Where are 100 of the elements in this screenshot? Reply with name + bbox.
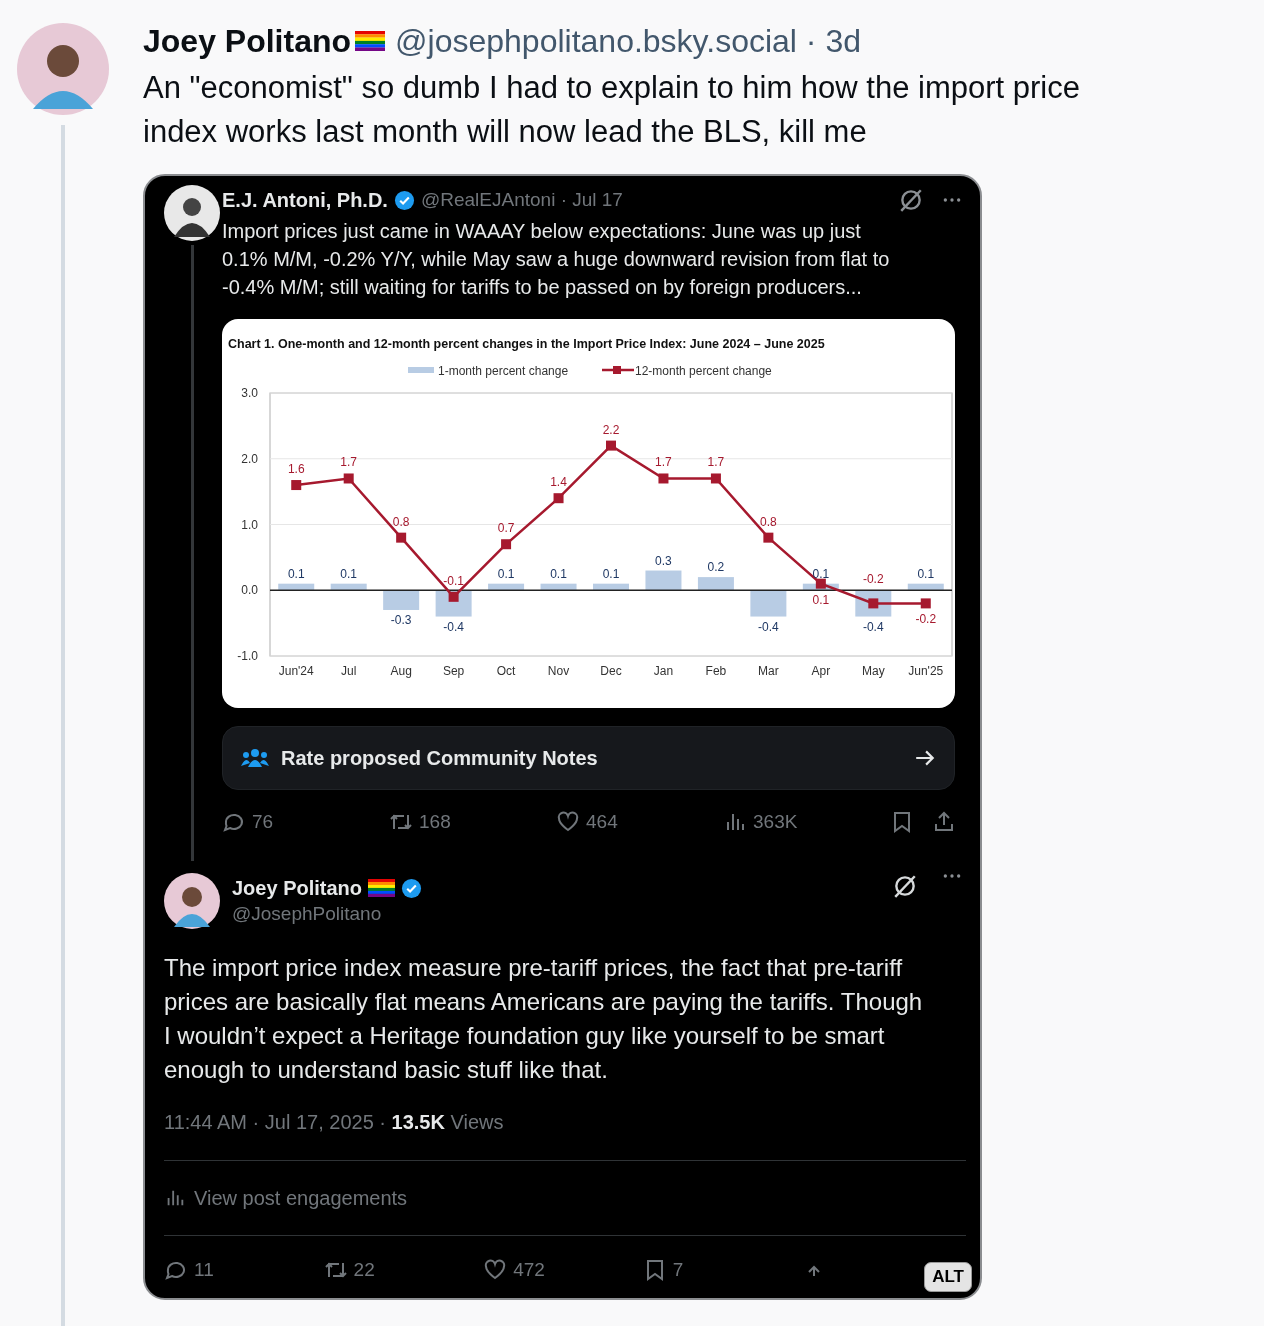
engagements-link[interactable]: View post engagements	[164, 1161, 962, 1235]
action-count: 363K	[753, 811, 798, 833]
axis-tick-label: Aug	[390, 664, 412, 678]
data-label: 0.2	[707, 560, 725, 575]
data-label: -0.1	[443, 573, 464, 588]
author-name[interactable]: Joey Politano	[143, 22, 352, 60]
chart-point	[868, 598, 879, 609]
chart-bar	[697, 577, 734, 591]
rainbow-flag-icon	[355, 31, 386, 51]
author-name: E.J. Antoni, Ph.D.	[222, 188, 388, 212]
chart-bar	[278, 583, 315, 591]
tweet-text: The import price index measure pre-tariff prices, the fact that pre-tariff prices are basically flat means Americans are paying the tariffs. Though I wouldn’t expect a Heritage foundation guy like yourself to be smart enough to understand basic stuff like that.	[164, 953, 924, 1085]
axis-tick-label: Sep	[442, 664, 465, 678]
action-count: 76	[252, 811, 274, 833]
post-text: An "economist" so dumb I had to explain to him how the import price index works last month will now lead the BLS, kill me	[143, 69, 1081, 151]
data-label: 1.7	[340, 455, 358, 470]
axis-tick-label: Oct	[496, 664, 516, 678]
legend-label: 12-month percent change	[635, 364, 772, 378]
axis-tick-label: Feb	[705, 664, 727, 678]
axis-tick-label: -1.0	[237, 649, 258, 663]
chart-point	[920, 598, 931, 609]
axis-tick-label: May	[861, 664, 885, 678]
axis-tick-label: Jun'25	[908, 664, 944, 678]
rainbow-flag-icon	[368, 879, 396, 897]
alt-badge[interactable]: ALT	[924, 1262, 972, 1292]
chart-bar	[750, 590, 787, 617]
engagements-label[interactable]: View post engagements	[194, 1186, 408, 1210]
share-icon[interactable]	[932, 810, 956, 834]
avatar[interactable]	[16, 23, 109, 115]
data-label: 0.8	[760, 514, 777, 529]
embedded-screenshot[interactable]	[143, 174, 982, 1300]
data-label: 0.7	[497, 521, 515, 536]
axis-tick-label: 1.0	[241, 517, 258, 532]
chart-point	[606, 440, 616, 451]
author-name: Joey Politano	[232, 876, 363, 900]
axis-tick-label: Mar	[758, 664, 779, 678]
data-label: 2.2	[602, 422, 620, 437]
avatar	[164, 873, 220, 929]
post-meta[interactable]: @josephpolitano.bsky.social · 3d	[395, 22, 861, 60]
axis-tick-label: Apr	[811, 664, 831, 678]
more-icon	[942, 197, 962, 203]
data-label: 0.3	[655, 553, 672, 568]
user-handle: @JosephPolitano	[232, 903, 383, 925]
chart-point	[815, 578, 826, 589]
tweet-text: Import prices just came in WAAAY below expectations: June was up just 0.1% M/M, -0.2% Y/Y, while May saw a huge downward revision from flat to -0.4% M/M; still waiting for tariffs to be passed on by foreign producers...	[222, 219, 891, 300]
chart-point	[710, 473, 721, 484]
heart-icon[interactable]	[556, 810, 580, 834]
data-label: -0.2	[862, 572, 884, 587]
data-label: -0.4	[758, 619, 779, 634]
data-label: 0.1	[550, 566, 567, 581]
action-count: 472	[513, 1259, 545, 1281]
action-count: 464	[586, 811, 618, 833]
people-icon	[241, 747, 269, 769]
action-count: 22	[353, 1259, 375, 1281]
legend-swatch	[408, 367, 434, 373]
chart-bar	[907, 583, 944, 591]
timestamp: 11:44 AM · Jul 17, 2025 · 13.5K Views	[164, 1111, 505, 1134]
action-count: 168	[419, 811, 451, 833]
chart-point	[553, 493, 564, 504]
chart-bar	[383, 590, 420, 610]
chart-bar	[488, 583, 525, 591]
axis-tick-label: Jul	[341, 664, 357, 678]
heart-icon[interactable]	[483, 1258, 508, 1282]
chart-point	[763, 532, 774, 543]
chart-point	[343, 473, 354, 484]
community-notes-button[interactable]: Rate proposed Community Notes	[222, 726, 955, 790]
legend-label: 1-month percent change	[438, 364, 569, 378]
data-label: 0.1	[812, 566, 830, 581]
data-label: 0.1	[812, 592, 830, 607]
data-label: 0.1	[287, 566, 305, 581]
data-label: -0.4	[443, 619, 464, 634]
chart-point	[396, 532, 407, 543]
data-label: 0.1	[602, 566, 620, 581]
chart-bar	[645, 570, 682, 591]
data-label: -0.3	[390, 612, 412, 627]
chart-bar	[593, 583, 629, 591]
axis-tick-label: Jun'24	[278, 664, 314, 678]
verified-icon	[401, 877, 423, 899]
data-label: 0.8	[392, 514, 410, 529]
avatar	[164, 185, 220, 241]
slashed-circle-icon	[898, 187, 924, 213]
chart-point	[658, 473, 669, 484]
chart-point	[448, 591, 459, 602]
action-count: 11	[194, 1259, 214, 1281]
chart-point	[501, 539, 512, 550]
action-count: 7	[672, 1259, 684, 1281]
verified-icon	[393, 189, 415, 211]
more-icon	[942, 873, 962, 879]
data-label: 0.1	[917, 566, 935, 581]
axis-tick-label: Nov	[547, 664, 570, 678]
data-label: 0.1	[340, 566, 358, 581]
data-label: -0.2	[915, 612, 937, 627]
data-label: -0.4	[862, 619, 884, 634]
post-meta: @RealEJAntoni · Jul 17	[420, 189, 623, 211]
axis-tick-label: Dec	[600, 664, 622, 678]
axis-tick-label: 3.0	[241, 386, 258, 400]
slashed-circle-icon	[892, 873, 918, 899]
data-label: 1.7	[707, 455, 725, 470]
axis-tick-label: 2.0	[241, 451, 258, 466]
data-label: 0.1	[497, 566, 515, 581]
